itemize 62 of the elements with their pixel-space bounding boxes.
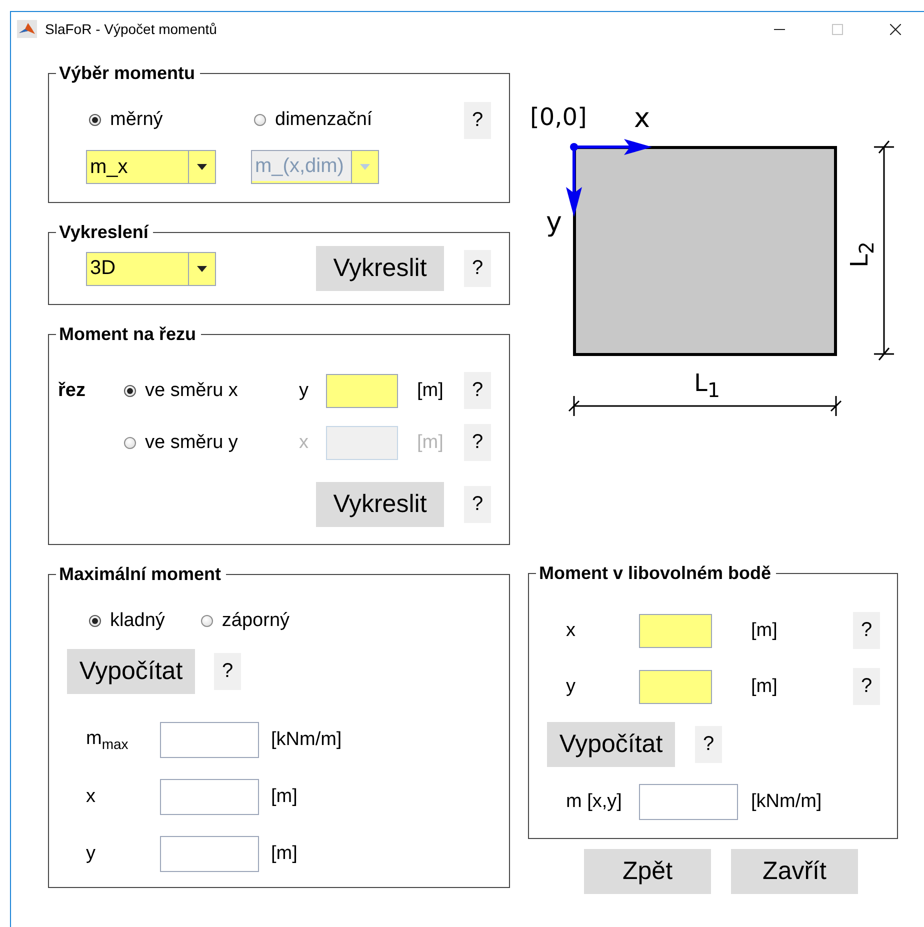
radio-label[interactable]: záporný — [222, 610, 290, 632]
app-icon — [17, 20, 37, 38]
origin-label: [0,0] — [530, 103, 587, 131]
help-button[interactable]: ? — [464, 372, 491, 409]
coordinate-label: y — [299, 380, 310, 402]
help-button[interactable]: ? — [853, 668, 880, 705]
unit-label: [m] — [751, 620, 778, 642]
plot-button[interactable]: Vykreslit — [316, 246, 444, 291]
input-field[interactable] — [326, 374, 398, 408]
caret-icon — [360, 164, 370, 170]
minimize-icon[interactable] — [774, 28, 784, 30]
caret-icon — [197, 164, 207, 170]
dropdown[interactable]: m_x — [86, 150, 216, 184]
axis-label: y — [546, 209, 562, 237]
result-label: m$_{max}$ — [86, 728, 130, 752]
output-field[interactable] — [160, 722, 259, 758]
close-icon[interactable] — [890, 24, 900, 34]
help-button[interactable]: ? — [464, 102, 491, 138]
unit-label: [m] — [271, 786, 298, 808]
coordinate-label: x — [299, 432, 310, 454]
help-button[interactable]: ? — [695, 726, 722, 763]
radio-label[interactable]: kladný — [110, 610, 165, 632]
unit-label: [m] — [417, 432, 444, 454]
output-field[interactable] — [160, 836, 259, 872]
dropdown[interactable]: 3D — [86, 252, 216, 286]
unit-label: [kNm/m] — [271, 729, 343, 751]
help-button[interactable]: ? — [464, 250, 491, 287]
radio-button[interactable] — [254, 114, 266, 126]
result-label: x — [86, 786, 96, 808]
input-field[interactable] — [639, 614, 712, 648]
radio-label[interactable]: měrný — [110, 109, 163, 131]
unit-label: [m] — [417, 380, 444, 402]
help-button[interactable]: ? — [853, 612, 880, 649]
section-label: řez — [58, 380, 86, 402]
result-label: y — [86, 843, 96, 865]
help-button[interactable]: ? — [464, 486, 491, 523]
calculate-button[interactable]: Vypočítat — [67, 649, 195, 694]
input-field[interactable] — [639, 670, 712, 704]
coordinate-label: x — [566, 620, 576, 642]
radio-label[interactable]: dimenzační — [275, 109, 372, 131]
unit-label: [kNm/m] — [751, 791, 823, 813]
help-button[interactable]: ? — [214, 653, 241, 690]
radio-button[interactable] — [124, 384, 136, 396]
caret-icon — [197, 266, 207, 272]
unit-label: [m] — [751, 676, 778, 698]
radio-button[interactable] — [89, 114, 101, 126]
radio-button[interactable] — [89, 615, 101, 627]
plot-button[interactable]: Vykreslit — [316, 482, 444, 527]
result-label: m [x,y] — [566, 791, 623, 813]
coordinate-label: y — [566, 676, 576, 698]
unit-label: [m] — [271, 843, 298, 865]
maximize-icon[interactable] — [832, 24, 842, 34]
output-field[interactable] — [639, 784, 738, 820]
back-button[interactable]: Zpět — [584, 849, 711, 894]
radio-label[interactable]: ve směru x — [145, 380, 238, 402]
dimension-label: L$_{1}$ — [694, 369, 720, 404]
axis-label: x — [634, 105, 650, 133]
calculate-button[interactable]: Vypočítat — [547, 722, 675, 767]
close-button[interactable]: Zavřít — [731, 849, 858, 894]
output-field[interactable] — [160, 779, 259, 815]
window-title: SlaFoR - Výpočet momentů — [45, 21, 217, 37]
radio-button[interactable] — [200, 615, 213, 627]
